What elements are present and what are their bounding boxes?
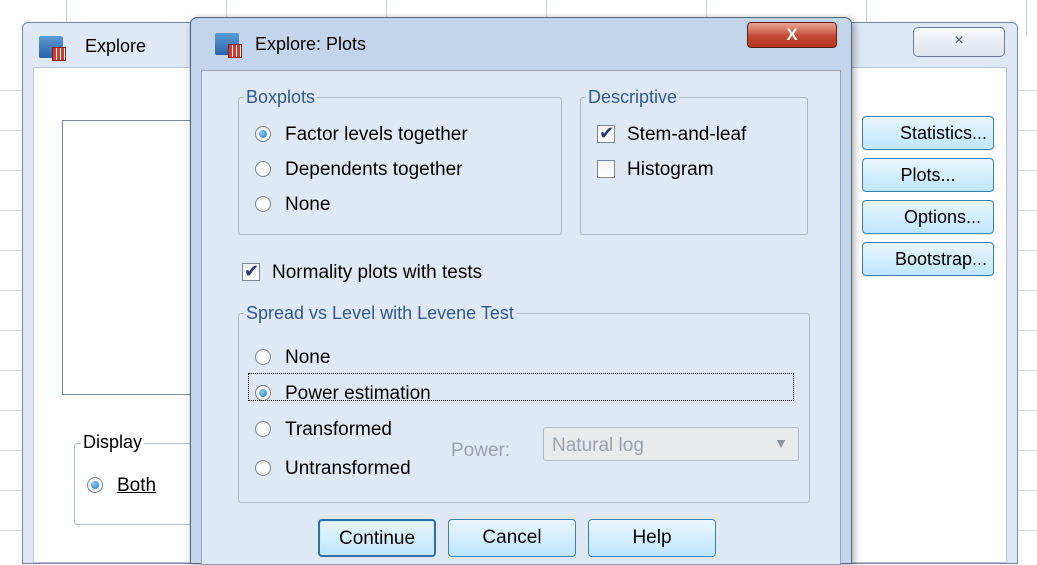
grid-line (1018, 210, 1037, 211)
boxplots-none-label: None (285, 194, 331, 215)
close-icon: × (954, 32, 964, 49)
grid-line (0, 410, 22, 411)
grid-line (1018, 90, 1037, 91)
descriptive-legend: Descriptive (586, 87, 680, 108)
grid-line (1018, 370, 1037, 371)
checkbox-checked-icon (597, 123, 615, 144)
statistics-button[interactable]: Statistics... (862, 116, 994, 150)
explore-close-button[interactable]: × (913, 27, 1005, 57)
bootstrap-button[interactable]: Bootstrap... (862, 242, 994, 276)
spss-app-icon (39, 36, 66, 61)
grid-line (1018, 410, 1037, 411)
display-both-text: Both (117, 475, 157, 496)
radio-icon (255, 349, 271, 365)
grid-line (1026, 0, 1027, 36)
grid-line (0, 490, 22, 491)
grid-line (1018, 290, 1037, 291)
grid-line (0, 90, 22, 91)
grid-line (0, 330, 22, 331)
radio-selected-icon (87, 477, 103, 493)
boxplots-legend: Boxplots (244, 87, 318, 108)
descriptive-group: Descriptive Stem-and-leaf Histogram (580, 87, 808, 235)
power-dropdown-value: Natural log (552, 435, 644, 456)
histogram-label: Histogram (627, 159, 714, 180)
spread-vs-level-group: Spread vs Level with Levene Test None Po… (238, 303, 810, 503)
grid-line (0, 290, 22, 291)
explore-window-title: Explore (85, 36, 147, 56)
focus-indicator (248, 373, 794, 401)
boxplots-group: Boxplots Factor levels together Dependen… (238, 87, 562, 235)
grid-line (0, 530, 22, 531)
grid-line (0, 250, 22, 251)
grid-line (0, 210, 22, 211)
checkbox-icon (597, 160, 615, 178)
factor-levels-together-label: Factor levels together (285, 124, 468, 145)
grid-line (1018, 250, 1037, 251)
continue-button[interactable]: Continue (318, 519, 436, 557)
variable-listbox[interactable] (62, 120, 204, 395)
radio-icon (255, 421, 271, 437)
dialog-title: Explore: Plots (255, 34, 367, 54)
dependents-together-label: Dependents together (285, 159, 463, 180)
stem-and-leaf-label: Stem-and-leaf (627, 124, 747, 145)
grid-line (0, 130, 22, 131)
normality-plots-label: Normality plots with tests (272, 262, 483, 283)
display-legend: Display (81, 432, 145, 453)
grid-line (1018, 450, 1037, 451)
power-dropdown[interactable]: Natural log ▼ (543, 427, 799, 461)
spread-none-label: None (285, 347, 331, 368)
power-label: Power: (451, 440, 511, 461)
explore-plots-dialog: Explore: Plots X Boxplots Factor levels … (190, 17, 852, 565)
checkbox-checked-icon (242, 261, 260, 282)
radio-selected-icon (255, 126, 271, 142)
grid-line (0, 170, 22, 171)
dialog-close-button[interactable]: X (747, 22, 837, 48)
spss-app-icon (215, 33, 242, 58)
display-both-label: Both (117, 475, 156, 497)
cancel-button[interactable]: Cancel (448, 519, 576, 557)
radio-icon (255, 460, 271, 476)
grid-line (1018, 490, 1037, 491)
spread-vs-level-legend: Spread vs Level with Levene Test (244, 303, 516, 324)
radio-icon (255, 161, 271, 177)
dialog-body: Boxplots Factor levels together Dependen… (201, 70, 841, 565)
chevron-down-icon: ▼ (774, 435, 788, 451)
untransformed-label: Untransformed (285, 458, 411, 479)
grid-line (0, 450, 22, 451)
transformed-label: Transformed (285, 419, 392, 440)
radio-icon (255, 196, 271, 212)
options-button[interactable]: Options... (862, 200, 994, 234)
grid-line (1018, 170, 1037, 171)
grid-line (1018, 330, 1037, 331)
plots-button[interactable]: Plots... (862, 158, 994, 192)
grid-line (1018, 130, 1037, 131)
grid-line (1018, 530, 1037, 531)
grid-line (0, 370, 22, 371)
close-icon: X (786, 25, 798, 44)
help-button[interactable]: Help (588, 519, 716, 557)
